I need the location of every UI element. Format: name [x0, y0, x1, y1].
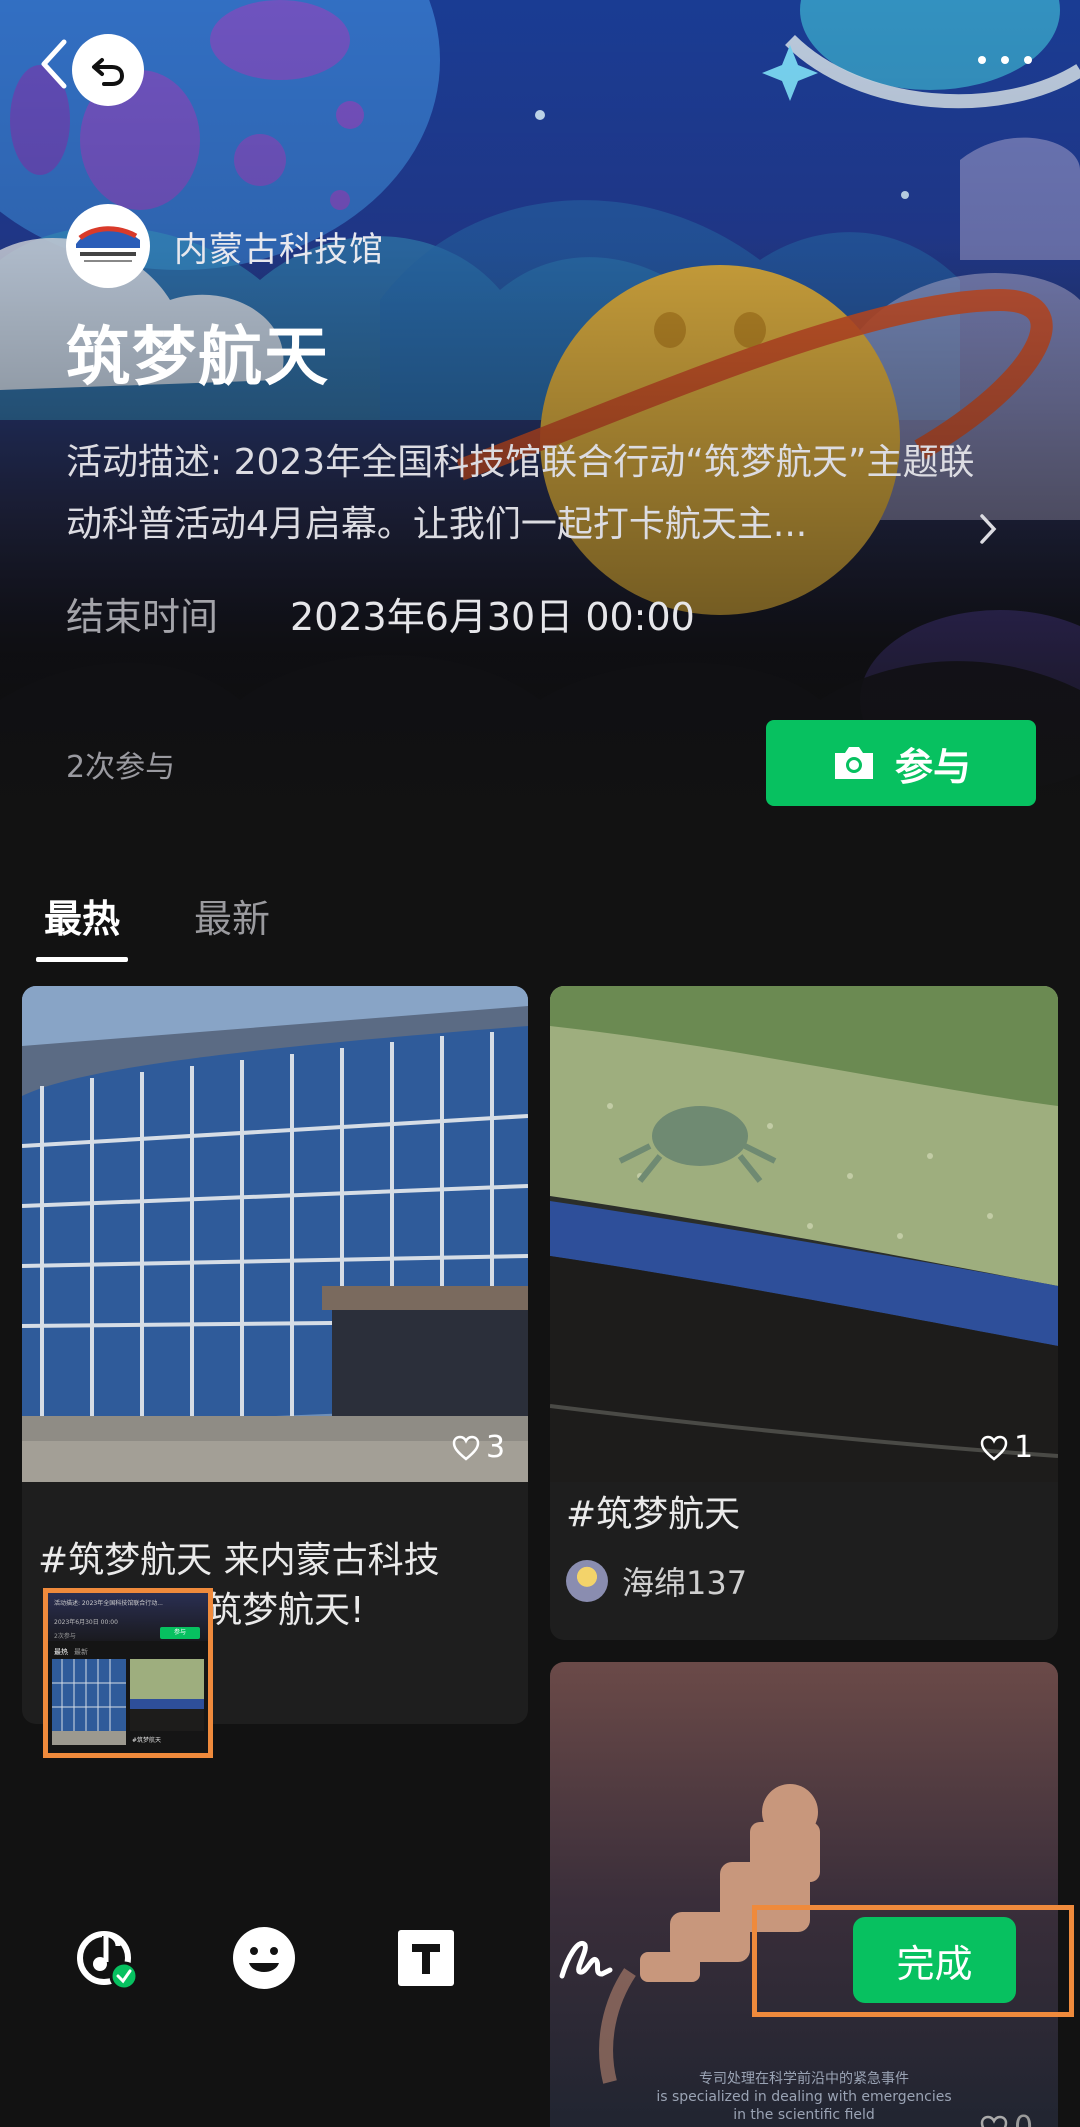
more-button[interactable] — [978, 48, 1032, 72]
org-avatar[interactable] — [66, 204, 150, 288]
heart-icon — [452, 1435, 480, 1461]
text-icon — [398, 1930, 454, 1986]
music-button[interactable] — [70, 1920, 146, 1996]
like-count[interactable]: 3 — [452, 1430, 505, 1465]
join-label: 参与 — [894, 744, 971, 789]
like-count[interactable]: 0 — [980, 2110, 1033, 2127]
post-image-building — [22, 986, 528, 1482]
heart-icon — [980, 2115, 1008, 2127]
activity-description[interactable]: 活动描述: 2023年全国科技馆联合行动“筑梦航天”主题联动科普活动4月启幕。让… — [66, 432, 1006, 556]
activity-header: 内蒙古科技馆 筑梦航天 活动描述: 2023年全国科技馆联合行动“筑梦航天”主题… — [0, 0, 1080, 830]
post-card[interactable]: 1 #筑梦航天 海绵137 — [550, 986, 1058, 1640]
emoji-button[interactable] — [226, 1920, 302, 1996]
end-time-label: 结束时间 — [66, 595, 219, 639]
tab-newest[interactable]: 最新 — [194, 888, 270, 943]
music-icon — [77, 1931, 139, 1991]
post-card[interactable]: 专司处理在科学前沿中的紧急事件 is specialized in dealin… — [550, 1662, 1058, 2127]
chevron-right-icon[interactable] — [978, 512, 998, 546]
camera-icon — [834, 747, 873, 779]
active-tab-indicator — [36, 957, 128, 962]
org-name[interactable]: 内蒙古科技馆 — [174, 222, 384, 271]
post-author[interactable]: 海绵137 — [566, 1558, 747, 1604]
join-button[interactable]: 参与 — [766, 720, 1036, 806]
undo-button[interactable] — [72, 34, 144, 106]
heart-icon — [980, 1435, 1008, 1461]
emoji-icon — [233, 1927, 295, 1989]
screen: 内蒙古科技馆 筑梦航天 活动描述: 2023年全国科技馆联合行动“筑梦航天”主题… — [0, 0, 1080, 2127]
tab-hottest[interactable]: 最热 — [44, 888, 120, 943]
undo-icon — [92, 58, 125, 86]
like-count[interactable]: 1 — [980, 1430, 1033, 1465]
done-button[interactable]: 完成 — [853, 1917, 1016, 2003]
draw-icon — [559, 1940, 613, 1979]
more-dots-icon — [978, 56, 986, 64]
activity-title: 筑梦航天 — [66, 321, 330, 395]
end-time-value: 2023年6月30日 00:00 — [290, 595, 695, 639]
draw-button[interactable] — [548, 1920, 624, 1996]
museum-logo — [76, 226, 140, 262]
text-button[interactable] — [388, 1920, 464, 1996]
avatar — [566, 1560, 608, 1602]
participant-count: 2次参与 — [66, 750, 176, 785]
chevron-left-icon[interactable] — [34, 36, 74, 92]
post-title: #筑梦航天 — [566, 1494, 741, 1535]
screenshot-thumbnail[interactable]: 活动描述: 2023年全国科技馆联合行动... 2023年6月30日 00:00… — [43, 1588, 213, 1758]
post-image-crab — [550, 986, 1058, 1482]
post-image-astronaut — [550, 1662, 1058, 2127]
